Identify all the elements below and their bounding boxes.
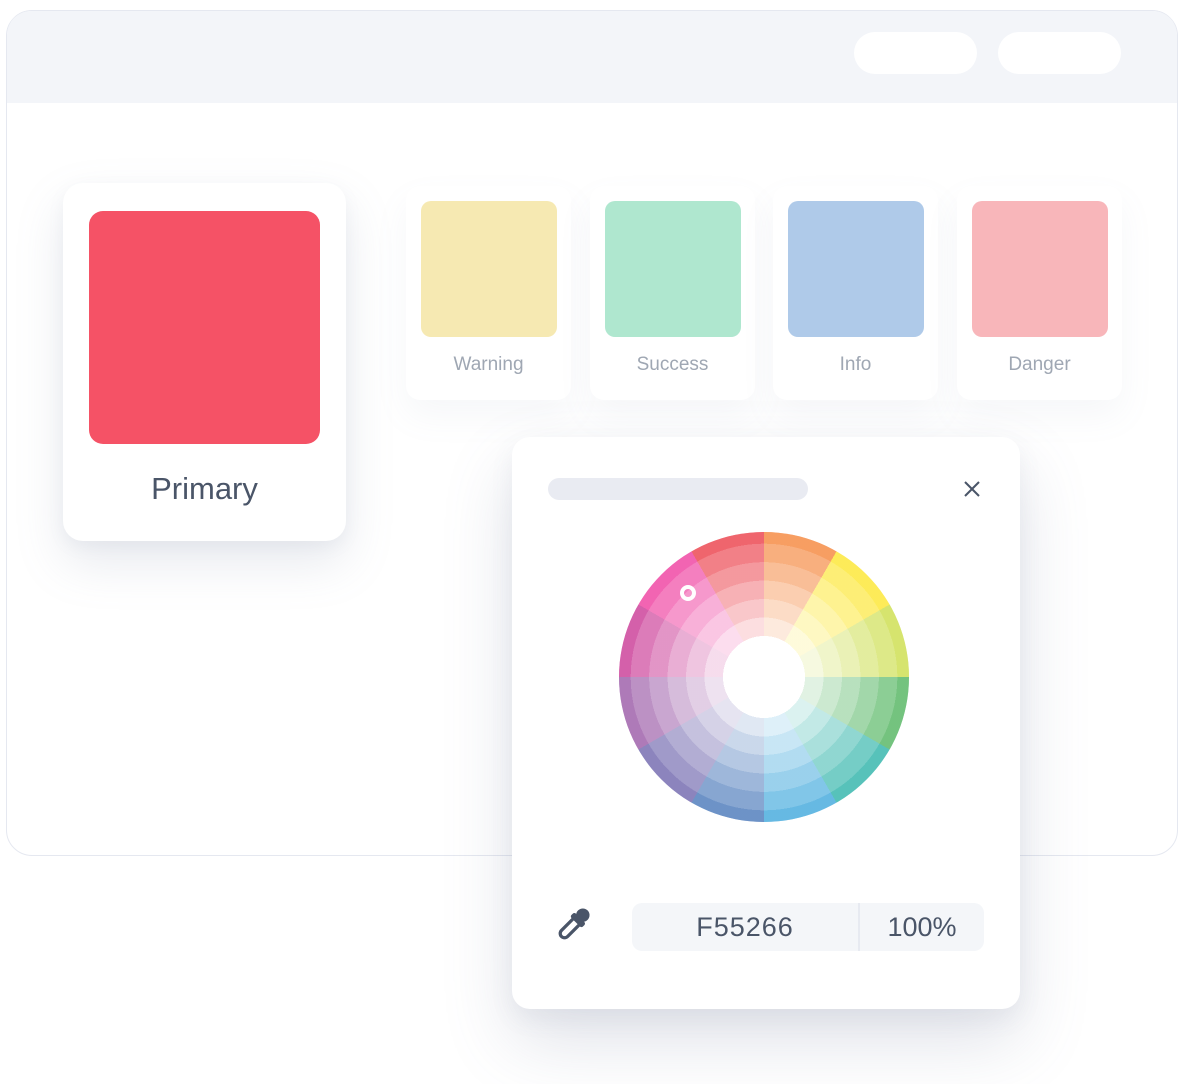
- window-header: [7, 11, 1177, 103]
- modal-title-placeholder: [548, 478, 808, 500]
- primary-color-label: Primary: [63, 471, 346, 507]
- header-pill-button-2[interactable]: [998, 32, 1121, 74]
- warning-color-swatch[interactable]: [421, 201, 557, 337]
- color-wheel-rings: [619, 532, 909, 822]
- danger-color-label: Danger: [957, 354, 1122, 376]
- danger-color-swatch[interactable]: [972, 201, 1108, 337]
- success-color-label: Success: [590, 354, 755, 376]
- eyedropper-icon[interactable]: [549, 901, 597, 949]
- swatch-card-success[interactable]: Success: [590, 186, 755, 400]
- info-color-label: Info: [773, 354, 938, 376]
- success-color-swatch[interactable]: [605, 201, 741, 337]
- color-value-group: F55266 100%: [632, 903, 984, 951]
- color-picker-modal: F55266 100%: [512, 437, 1020, 1009]
- hex-value-input[interactable]: F55266: [632, 903, 858, 951]
- color-selector-handle[interactable]: [680, 585, 696, 601]
- opacity-value-input[interactable]: 100%: [858, 903, 984, 951]
- primary-color-swatch[interactable]: [89, 211, 320, 444]
- swatch-card-danger[interactable]: Danger: [957, 186, 1122, 400]
- primary-color-card[interactable]: Primary: [63, 183, 346, 541]
- color-wheel-area: [619, 532, 909, 822]
- swatch-card-info[interactable]: Info: [773, 186, 938, 400]
- header-pill-button-1[interactable]: [854, 32, 977, 74]
- swatch-card-warning[interactable]: Warning: [406, 186, 571, 400]
- close-icon[interactable]: [958, 475, 986, 503]
- warning-color-label: Warning: [406, 354, 571, 376]
- picker-footer: F55266 100%: [512, 895, 1020, 959]
- info-color-swatch[interactable]: [788, 201, 924, 337]
